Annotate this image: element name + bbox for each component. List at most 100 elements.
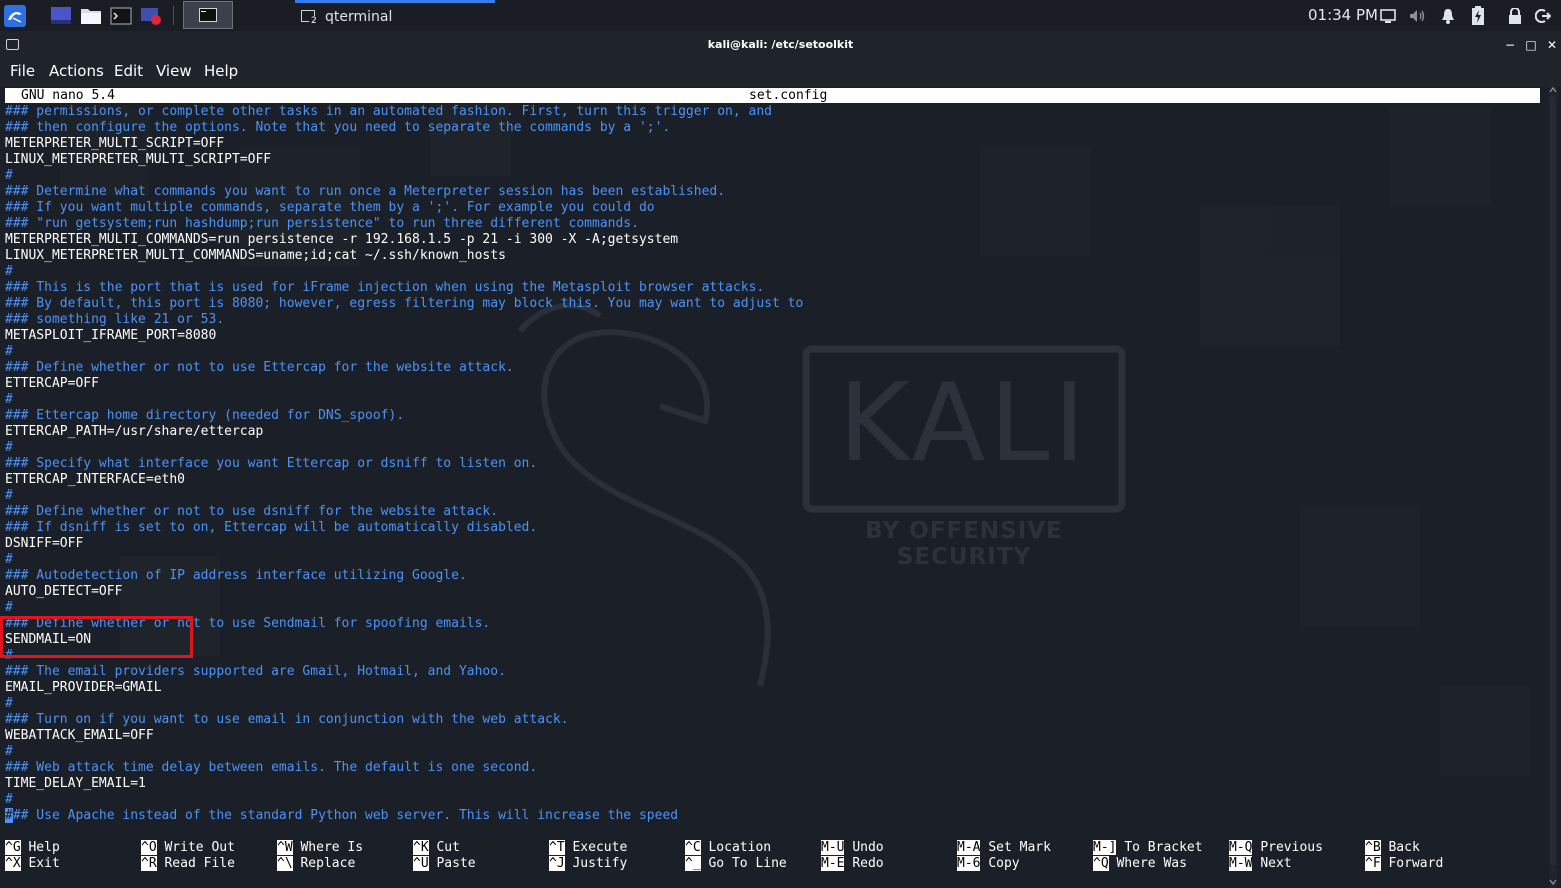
terminal-launcher-icon[interactable] [109, 4, 132, 27]
config-comment-line: # [5, 440, 13, 455]
sendmail-highlight-box [0, 616, 193, 658]
power-manager-icon[interactable] [1468, 6, 1488, 26]
logout-icon[interactable] [1533, 6, 1553, 26]
shortcut-forward[interactable]: ^F Forward [1365, 856, 1443, 872]
config-comment-line: ### If you want multiple commands, separ… [5, 200, 655, 215]
terminal-area[interactable]: KALI BY OFFENSIVE SECURITY GNU nano 5.4 … [0, 86, 1561, 888]
shortcut-next[interactable]: M-W Next [1229, 856, 1292, 872]
shortcut-label: Write Out [164, 840, 235, 855]
shortcut-label: Location [708, 840, 772, 855]
clock[interactable]: 01:34 PM [1308, 6, 1378, 24]
shortcut-key: ^K [413, 840, 429, 855]
shortcut-copy[interactable]: M-6 Copy [957, 856, 1020, 872]
maximize-button[interactable]: □ [1524, 38, 1538, 52]
menu-help[interactable]: Help [204, 62, 238, 80]
shortcut-label: Where Was [1116, 856, 1187, 871]
shortcut-paste[interactable]: ^U Paste [413, 856, 476, 872]
config-comment-line: # [5, 744, 13, 759]
config-comment-line: ### Define whether or not to use Etterca… [5, 360, 514, 375]
menu-actions[interactable]: Actions [49, 62, 104, 80]
shortcut-set-mark[interactable]: M-A Set Mark [957, 840, 1051, 856]
shortcut-label: Paste [436, 856, 476, 871]
config-setting-line: WEBATTACK_EMAIL=OFF [5, 728, 154, 743]
shortcut-key: ^J [549, 856, 565, 871]
notifications-bell-icon[interactable] [1438, 6, 1458, 26]
shortcut-key: M-E [821, 856, 845, 871]
shortcut-go-to-line[interactable]: ^_ Go To Line [685, 856, 787, 872]
config-line-text: ## Use Apache instead of the standard Py… [12, 808, 679, 823]
scrollbar-thumb [1550, 96, 1556, 866]
config-setting-line: ETTERCAP=OFF [5, 376, 99, 391]
config-comment-line: # [5, 696, 13, 711]
shortcut-key: ^U [413, 856, 429, 871]
menu-view[interactable]: View [156, 62, 192, 80]
scrollbar[interactable] [1546, 86, 1560, 888]
config-comment-line: ### something like 21 or 53. [5, 312, 225, 327]
config-setting-line: ETTERCAP_INTERFACE=eth0 [5, 472, 186, 487]
config-comment-line: ### Turn on if you want to use email in … [5, 712, 569, 727]
volume-icon[interactable] [1408, 6, 1428, 26]
lock-screen-icon[interactable] [1505, 6, 1525, 26]
shortcut-key: ^Q [1093, 856, 1109, 871]
shortcut-undo[interactable]: M-U Undo [821, 840, 884, 856]
active-workspace-button[interactable] [183, 1, 233, 29]
kali-menu-icon[interactable] [3, 4, 26, 27]
shortcut-label: Next [1260, 856, 1292, 871]
config-comment-line: # [5, 392, 13, 407]
shortcut-key: ^G [5, 840, 21, 855]
shortcut-label: Execute [572, 840, 628, 855]
panel-separator [173, 6, 174, 25]
top-panel: 2 qterminal 01:34 PM [0, 0, 1561, 31]
window-titlebar[interactable]: kali@kali: /etc/setoolkit − □ ✕ [0, 31, 1561, 59]
config-comment-line: ### The email providers supported are Gm… [5, 664, 506, 679]
display-icon[interactable] [1378, 6, 1398, 26]
screen-recorder-icon[interactable] [139, 4, 162, 27]
config-setting-line: TIME_DELAY_EMAIL=1 [5, 776, 146, 791]
shortcut-justify[interactable]: ^J Justify [549, 856, 627, 872]
shortcut-label: Help [28, 840, 60, 855]
shortcut-key: M-6 [957, 856, 981, 871]
config-comment-line: ### Use Apache instead of the standard P… [5, 808, 803, 824]
shortcut-where-is[interactable]: ^W Where Is [277, 840, 363, 856]
config-setting-line: EMAIL_PROVIDER=GMAIL [5, 680, 162, 695]
shortcut-cut[interactable]: ^K Cut [413, 840, 460, 856]
shortcut-help[interactable]: ^G Help [5, 840, 60, 856]
nano-version: GNU nano 5.4 [21, 88, 115, 103]
shortcut-key: ^R [141, 856, 157, 871]
nano-editor-content[interactable]: ### permissions, or complete other tasks… [5, 104, 803, 824]
taskbar-qterminal-label: qterminal [325, 9, 393, 25]
shortcut-to-bracket[interactable]: M-] To Bracket [1093, 840, 1203, 856]
file-manager-icon[interactable] [79, 4, 102, 27]
close-button[interactable]: ✕ [1545, 38, 1559, 52]
menu-edit[interactable]: Edit [114, 62, 143, 80]
task-count-badge: 2 [309, 16, 319, 26]
config-comment-line: # [5, 792, 13, 807]
shortcut-label: Set Mark [988, 840, 1051, 855]
shortcut-exit[interactable]: ^X Exit [5, 856, 60, 872]
shortcut-write-out[interactable]: ^O Write Out [141, 840, 235, 856]
config-setting-line: DSNIFF=OFF [5, 536, 84, 551]
config-comment-line: ### Define whether or not to use dsniff … [5, 504, 499, 519]
shortcut-key: ^O [141, 840, 157, 855]
shortcut-execute[interactable]: ^T Execute [549, 840, 627, 856]
taskbar-qterminal-button[interactable]: 2 qterminal [295, 0, 495, 31]
terminal-window-icon [199, 8, 217, 22]
menu-file[interactable]: File [10, 62, 35, 80]
config-comment-line: ### This is the port that is used for iF… [5, 280, 765, 295]
shortcut-location[interactable]: ^C Location [685, 840, 771, 856]
shortcut-key: ^B [1365, 840, 1381, 855]
shortcut-back[interactable]: ^B Back [1365, 840, 1420, 856]
menu-bar: File Actions Edit View Help [0, 59, 1561, 86]
nano-title-bar: GNU nano 5.4 set.config [5, 88, 1540, 103]
show-desktop-icon[interactable] [49, 4, 72, 27]
shortcut-where-was[interactable]: ^Q Where Was [1093, 856, 1187, 872]
config-setting-line: LINUX_METERPRETER_MULTI_SCRIPT=OFF [5, 152, 272, 167]
minimize-button[interactable]: − [1503, 38, 1517, 52]
config-setting-line: METERPRETER_MULTI_SCRIPT=OFF [5, 136, 225, 151]
shortcut-previous[interactable]: M-Q Previous [1229, 840, 1323, 856]
shortcut-replace[interactable]: ^\ Replace [277, 856, 355, 872]
shortcut-key: ^F [1365, 856, 1381, 871]
shortcut-read-file[interactable]: ^R Read File [141, 856, 235, 872]
nano-filename: set.config [749, 88, 828, 103]
shortcut-redo[interactable]: M-E Redo [821, 856, 884, 872]
